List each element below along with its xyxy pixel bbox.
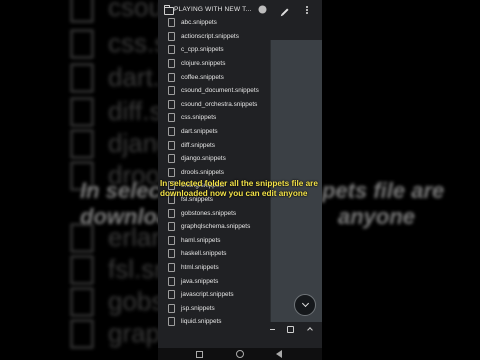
file-icon <box>168 140 175 150</box>
file-name: haskell.snippets <box>181 250 227 258</box>
home-circle-icon[interactable] <box>236 350 244 358</box>
file-name: actionscript.snippets <box>181 32 239 40</box>
file-icon <box>168 31 175 41</box>
file-icon <box>168 249 175 259</box>
file-icon <box>70 286 94 317</box>
file-name: diff.snippets <box>181 141 215 149</box>
save-icon[interactable] <box>287 326 294 333</box>
file-name: clojure.snippets <box>181 60 226 68</box>
file-icon <box>168 167 175 177</box>
file-list-item[interactable]: csound_orchestra.snippets <box>166 98 276 112</box>
file-list-item[interactable]: haml.snippets <box>166 234 276 248</box>
file-list-item[interactable]: haskell.snippets <box>166 247 276 261</box>
scroll-down-button[interactable] <box>294 294 316 316</box>
file-icon <box>70 254 94 285</box>
file-icon <box>168 222 175 232</box>
file-list-item[interactable]: javascript.snippets <box>166 288 276 302</box>
file-list-item[interactable]: dart.snippets <box>166 125 276 139</box>
folder-title[interactable]: PLAYING WITH NEW T... <box>174 6 252 13</box>
bg-file-item: fsl.sn <box>70 254 169 285</box>
file-name: gobstones.snippets <box>181 209 237 217</box>
file-icon <box>168 86 175 96</box>
file-name: c_cpp.snippets <box>181 46 224 54</box>
file-icon <box>70 128 94 159</box>
bg-caption: anyone <box>338 204 416 229</box>
file-icon <box>168 127 175 137</box>
file-icon <box>168 235 175 245</box>
file-icon <box>168 154 175 164</box>
file-icon <box>168 72 175 82</box>
file-list-item[interactable]: csound_document.snippets <box>166 84 276 98</box>
file-name: jsp.snippets <box>181 304 215 312</box>
file-list: abc.snippets actionscript.snippets c_cpp.s… <box>166 16 276 329</box>
file-name: coffee.snippets <box>181 73 224 81</box>
file-name: abc.snippets <box>181 19 217 27</box>
bg-file-item: djang <box>70 128 172 159</box>
file-list-item[interactable]: graphqlschema.snippets <box>166 220 276 234</box>
file-icon <box>168 113 175 123</box>
file-icon <box>70 0 94 23</box>
file-list-item[interactable]: c_cpp.snippets <box>166 43 276 57</box>
file-list-item[interactable]: css.snippets <box>166 111 276 125</box>
file-list-item[interactable]: django.snippets <box>166 152 276 166</box>
file-icon <box>70 28 94 59</box>
file-list-item[interactable]: liquid.snippets <box>166 315 276 329</box>
file-name: django.snippets <box>181 155 226 163</box>
file-icon <box>168 99 175 109</box>
file-icon <box>168 317 175 327</box>
file-list-item[interactable]: jsp.snippets <box>166 301 276 315</box>
file-icon <box>168 276 175 286</box>
file-list-item[interactable]: diff.snippets <box>166 138 276 152</box>
file-name: liquid.snippets <box>181 318 222 326</box>
file-list-item[interactable]: drools.snippets <box>166 166 276 180</box>
bg-caption: In select <box>80 178 169 203</box>
file-list-item[interactable]: clojure.snippets <box>166 57 276 71</box>
file-icon <box>168 18 175 28</box>
bg-caption: downloa <box>80 204 170 229</box>
file-icon <box>168 303 175 313</box>
recents-square-icon[interactable] <box>196 351 203 358</box>
file-name: dart.snippets <box>181 128 218 136</box>
file-list-item[interactable]: gobstones.snippets <box>166 206 276 220</box>
bg-caption: pets file are <box>322 178 445 203</box>
file-name: java.snippets <box>181 277 219 285</box>
file-icon <box>70 62 94 93</box>
file-icon <box>168 59 175 69</box>
file-name: css.snippets <box>181 114 217 122</box>
file-list-item[interactable]: abc.snippets <box>166 16 276 30</box>
file-name: javascript.snippets <box>181 291 234 299</box>
file-list-item[interactable]: html.snippets <box>166 261 276 275</box>
file-icon <box>70 96 94 127</box>
chevron-up-icon[interactable] <box>307 327 313 333</box>
file-list-item[interactable]: coffee.snippets <box>166 70 276 84</box>
more-vert-icon[interactable] <box>306 9 308 11</box>
chevron-down-icon <box>301 299 309 308</box>
minus-icon[interactable] <box>270 329 275 330</box>
file-list-item[interactable]: actionscript.snippets <box>166 30 276 44</box>
file-icon <box>168 208 175 218</box>
gear-icon[interactable] <box>260 7 265 12</box>
file-name: html.snippets <box>181 263 219 271</box>
system-nav-bar <box>158 348 322 360</box>
bg-file-item: gobst <box>70 286 172 317</box>
file-icon <box>168 290 175 300</box>
file-list-item[interactable]: java.snippets <box>166 274 276 288</box>
pencil-icon[interactable] <box>281 8 289 16</box>
file-icon <box>168 262 175 272</box>
file-name: graphqlschema.snippets <box>181 223 251 231</box>
file-icon <box>168 45 175 55</box>
file-name: drools.snippets <box>181 168 224 176</box>
file-icon <box>70 318 94 349</box>
file-name: csound_orchestra.snippets <box>181 100 258 108</box>
file-name: haml.snippets <box>181 236 221 244</box>
video-caption: In selected folder all the snippets file… <box>160 179 318 198</box>
file-name: csound_document.snippets <box>181 87 259 95</box>
back-triangle-icon[interactable] <box>276 350 282 358</box>
folder-icon[interactable] <box>164 5 174 15</box>
